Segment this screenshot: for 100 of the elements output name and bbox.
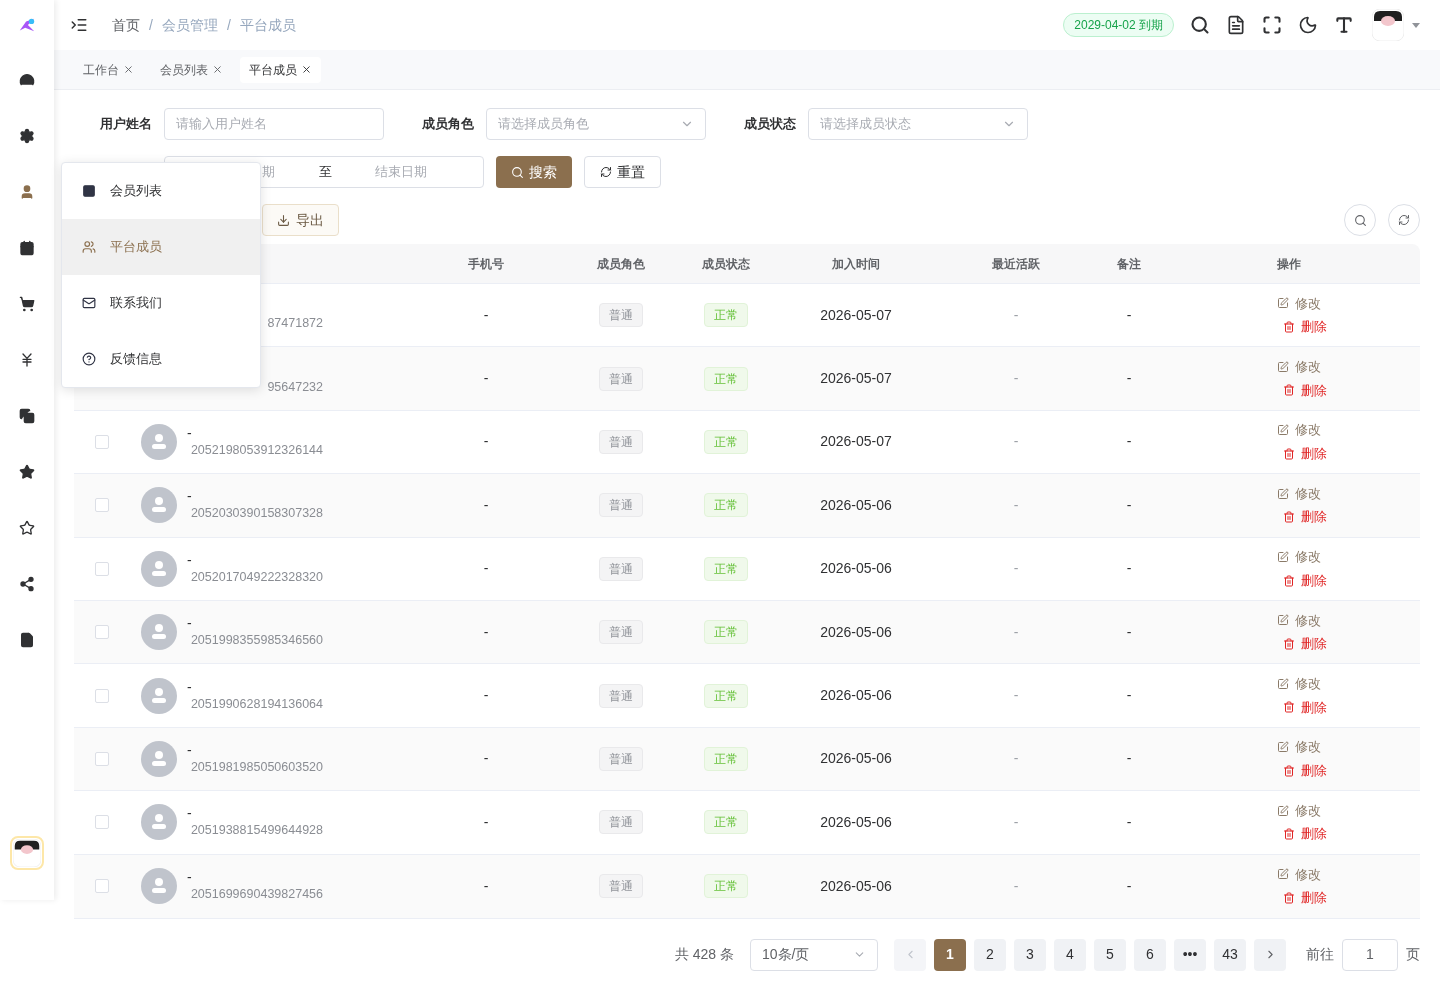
edit-link[interactable]: 修改	[1276, 800, 1321, 821]
row-checkbox[interactable]	[95, 688, 109, 703]
delete-link[interactable]: 删除	[1282, 380, 1327, 401]
page-button[interactable]: 43	[1214, 938, 1246, 971]
breadcrumb-link[interactable]: 平台成员	[239, 14, 296, 36]
delete-link[interactable]: 删除	[1282, 824, 1327, 844]
row-checkbox[interactable]	[95, 434, 109, 449]
delete-link[interactable]: 删除	[1282, 634, 1327, 654]
role-tag: 普通	[599, 556, 643, 581]
avatar-icon	[141, 868, 177, 905]
close-icon[interactable]	[212, 64, 223, 75]
calendar-icon[interactable]	[19, 240, 35, 256]
trash-icon	[1282, 701, 1295, 714]
filter-label: 成员状态	[743, 115, 797, 134]
cart-icon[interactable]	[19, 296, 35, 312]
font-size-icon[interactable]	[1334, 15, 1354, 35]
row-checkbox[interactable]	[95, 879, 109, 894]
row-checkbox[interactable]	[95, 561, 109, 576]
search-button[interactable]: 搜索	[496, 156, 572, 188]
status-tag: 正常	[704, 366, 748, 391]
page-button[interactable]: 5	[1094, 938, 1126, 971]
menu-item[interactable]: 平台成员	[62, 219, 260, 275]
dropdown-caret-icon[interactable]	[1412, 22, 1420, 28]
page-button[interactable]: 4	[1054, 938, 1086, 971]
menu-item[interactable]: 反馈信息	[62, 331, 260, 387]
copy-icon[interactable]	[19, 408, 35, 424]
delete-link[interactable]: 删除	[1282, 507, 1327, 527]
table-cell-text: 2026-05-06	[820, 622, 892, 642]
edit-link[interactable]: 修改	[1276, 483, 1321, 504]
delete-link[interactable]: 删除	[1282, 443, 1327, 464]
delete-link[interactable]: 删除	[1282, 570, 1327, 591]
trash-icon	[1282, 511, 1295, 524]
edit-link[interactable]: 修改	[1276, 674, 1321, 694]
page-size-select[interactable]: 10条/页	[750, 938, 878, 971]
edit-icon	[1276, 868, 1289, 881]
page-button[interactable]: 3	[1014, 938, 1046, 971]
yen-icon[interactable]	[19, 352, 35, 368]
edit-link[interactable]: 修改	[1276, 293, 1321, 314]
page-tab[interactable]: 会员列表	[151, 56, 232, 83]
table-cell-text: -	[1126, 749, 1132, 769]
fullscreen-icon[interactable]	[1262, 15, 1282, 35]
reset-button[interactable]: 重置	[584, 156, 661, 188]
avatar-icon	[141, 487, 177, 524]
menu-toggle-icon[interactable]	[70, 16, 88, 34]
moon-icon[interactable]	[1298, 15, 1318, 35]
column-header: 成员角色	[597, 255, 645, 273]
member-name: -	[187, 805, 193, 822]
page-tab[interactable]: 工作台	[74, 56, 143, 83]
column-header: 备注	[1117, 255, 1141, 273]
trash-icon	[1282, 891, 1295, 904]
table-cell-text: 2026-05-06	[820, 686, 892, 706]
table-cell-text: -	[483, 369, 489, 389]
page-button[interactable]: 2	[974, 938, 1006, 971]
row-checkbox[interactable]	[95, 625, 109, 640]
trash-icon	[1282, 574, 1295, 587]
status-tag: 正常	[704, 620, 748, 645]
page-button[interactable]: •••	[1174, 938, 1206, 971]
share-icon[interactable]	[19, 576, 35, 592]
search-icon[interactable]	[1190, 15, 1210, 35]
close-icon[interactable]	[123, 64, 134, 75]
delete-link[interactable]: 删除	[1282, 697, 1327, 718]
table-cell-text: -	[1013, 622, 1019, 642]
user-avatar	[1372, 9, 1404, 41]
export-button[interactable]: 导出	[262, 204, 339, 236]
document-icon[interactable]	[19, 632, 35, 648]
delete-link[interactable]: 删除	[1282, 317, 1327, 337]
user-icon[interactable]	[19, 184, 35, 200]
logo-icon	[18, 16, 36, 34]
close-icon[interactable]	[301, 64, 312, 75]
edit-link[interactable]: 修改	[1276, 420, 1321, 440]
breadcrumb-link[interactable]: 会员管理	[161, 14, 218, 36]
edit-link[interactable]: 修改	[1276, 357, 1321, 377]
trash-icon	[1282, 384, 1295, 397]
document-icon[interactable]	[1226, 15, 1246, 35]
edit-link[interactable]: 修改	[1276, 610, 1321, 631]
table-cell-text: -	[1126, 432, 1132, 452]
page-button[interactable]: 1	[934, 938, 966, 971]
star-outline-icon[interactable]	[19, 520, 35, 536]
user-avatar	[13, 839, 41, 867]
page-button[interactable]: 6	[1134, 938, 1166, 971]
table-cell-text: -	[1126, 622, 1132, 642]
filter-label: 成员角色	[421, 115, 475, 134]
page-tab[interactable]: 平台成员	[240, 56, 321, 83]
table-cell-text: -	[483, 432, 489, 452]
star-icon[interactable]	[19, 464, 35, 480]
row-checkbox[interactable]	[95, 498, 109, 513]
trash-icon	[1282, 447, 1295, 460]
goto-page-field[interactable]: 1	[1342, 938, 1398, 971]
delete-link[interactable]: 删除	[1282, 888, 1327, 908]
edit-link[interactable]: 修改	[1276, 737, 1321, 757]
row-checkbox[interactable]	[95, 815, 109, 830]
breadcrumb-link[interactable]: 首页	[112, 14, 140, 36]
row-checkbox[interactable]	[95, 751, 109, 766]
edit-link[interactable]: 修改	[1276, 547, 1321, 567]
refresh-icon	[600, 166, 612, 178]
menu-item[interactable]: 联系我们	[62, 275, 260, 331]
delete-link[interactable]: 删除	[1282, 760, 1327, 781]
search-icon	[1353, 213, 1367, 227]
status-tag: 正常	[704, 429, 748, 454]
edit-link[interactable]: 修改	[1276, 864, 1321, 885]
